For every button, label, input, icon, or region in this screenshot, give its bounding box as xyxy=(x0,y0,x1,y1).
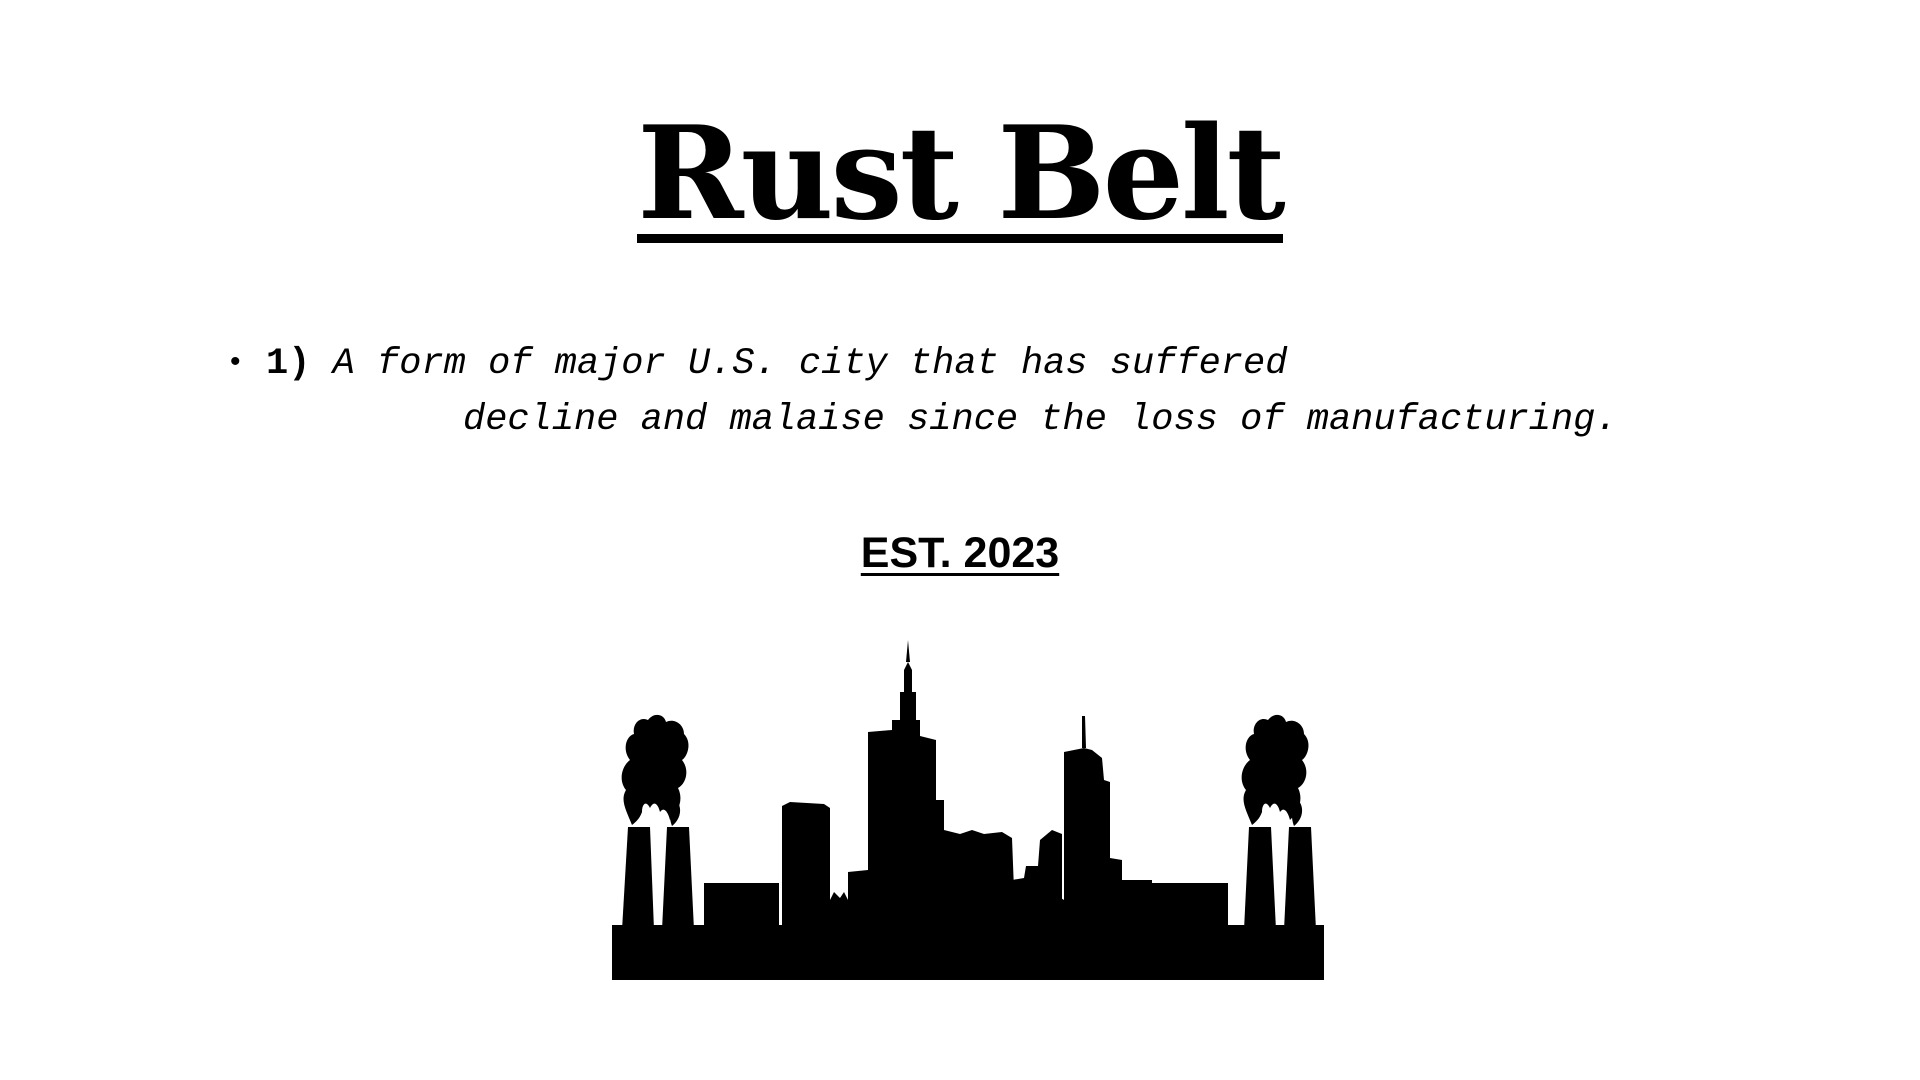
bullet-icon: • xyxy=(230,345,241,378)
definition-entry: • 1) A form of major U.S. city that has s… xyxy=(230,334,1750,448)
definition-line-1: • 1) A form of major U.S. city that has s… xyxy=(230,334,1750,392)
industrial-skyline-icon xyxy=(612,640,1324,980)
definition-number: 1) xyxy=(266,343,311,385)
established-label: EST. 2023 xyxy=(0,528,1920,580)
definition-text-1: A form of major U.S. city that has suffe… xyxy=(332,343,1288,385)
established-text: EST. 2023 xyxy=(860,529,1060,577)
title-text: Rust Belt xyxy=(637,99,1286,249)
page-title: Rust Belt xyxy=(0,110,1920,243)
definition-line-2: decline and malaise since the loss of ma… xyxy=(463,399,1618,441)
